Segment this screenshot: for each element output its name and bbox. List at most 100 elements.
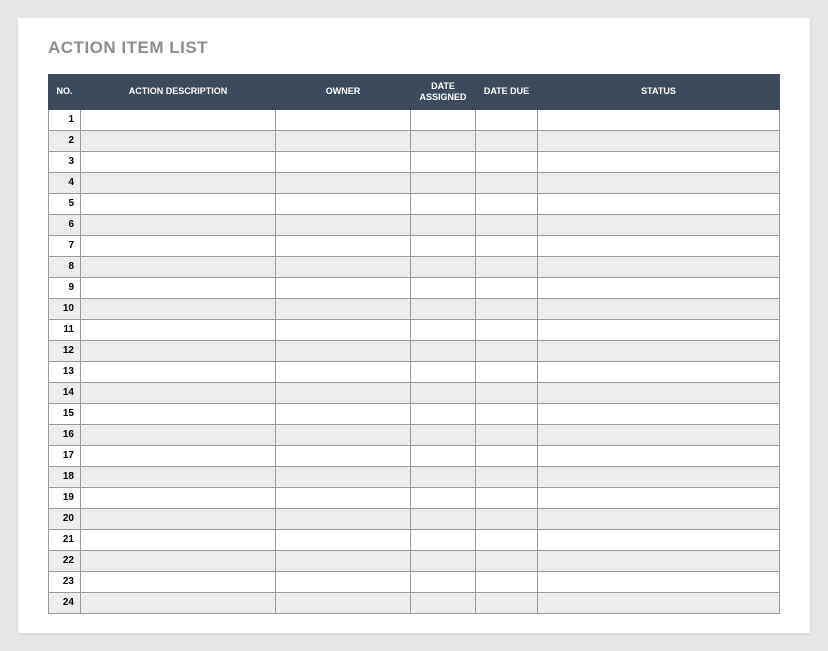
cell-description[interactable] (81, 382, 276, 403)
cell-description[interactable] (81, 361, 276, 382)
cell-description[interactable] (81, 109, 276, 130)
cell-no[interactable]: 24 (49, 592, 81, 613)
cell-status[interactable] (538, 109, 780, 130)
cell-status[interactable] (538, 340, 780, 361)
cell-no[interactable]: 9 (49, 277, 81, 298)
cell-no[interactable]: 23 (49, 571, 81, 592)
cell-date-assigned[interactable] (411, 508, 476, 529)
cell-date-due[interactable] (476, 424, 538, 445)
cell-status[interactable] (538, 550, 780, 571)
cell-no[interactable]: 19 (49, 487, 81, 508)
cell-description[interactable] (81, 130, 276, 151)
cell-no[interactable]: 2 (49, 130, 81, 151)
cell-date-assigned[interactable] (411, 445, 476, 466)
cell-date-due[interactable] (476, 151, 538, 172)
cell-date-due[interactable] (476, 550, 538, 571)
cell-date-assigned[interactable] (411, 151, 476, 172)
cell-date-due[interactable] (476, 403, 538, 424)
cell-status[interactable] (538, 319, 780, 340)
cell-owner[interactable] (276, 256, 411, 277)
cell-description[interactable] (81, 424, 276, 445)
cell-owner[interactable] (276, 235, 411, 256)
cell-date-due[interactable] (476, 109, 538, 130)
cell-status[interactable] (538, 298, 780, 319)
cell-owner[interactable] (276, 298, 411, 319)
cell-description[interactable] (81, 403, 276, 424)
cell-date-due[interactable] (476, 361, 538, 382)
cell-date-assigned[interactable] (411, 109, 476, 130)
cell-owner[interactable] (276, 424, 411, 445)
cell-date-assigned[interactable] (411, 235, 476, 256)
cell-status[interactable] (538, 445, 780, 466)
cell-owner[interactable] (276, 109, 411, 130)
cell-status[interactable] (538, 172, 780, 193)
cell-owner[interactable] (276, 550, 411, 571)
cell-date-assigned[interactable] (411, 592, 476, 613)
cell-status[interactable] (538, 256, 780, 277)
cell-owner[interactable] (276, 466, 411, 487)
cell-no[interactable]: 5 (49, 193, 81, 214)
cell-owner[interactable] (276, 130, 411, 151)
cell-status[interactable] (538, 151, 780, 172)
cell-date-assigned[interactable] (411, 256, 476, 277)
cell-description[interactable] (81, 277, 276, 298)
cell-date-due[interactable] (476, 256, 538, 277)
cell-date-assigned[interactable] (411, 298, 476, 319)
cell-date-assigned[interactable] (411, 172, 476, 193)
cell-description[interactable] (81, 550, 276, 571)
cell-owner[interactable] (276, 529, 411, 550)
cell-date-due[interactable] (476, 130, 538, 151)
cell-date-due[interactable] (476, 592, 538, 613)
cell-status[interactable] (538, 193, 780, 214)
cell-description[interactable] (81, 298, 276, 319)
cell-description[interactable] (81, 592, 276, 613)
cell-status[interactable] (538, 466, 780, 487)
cell-owner[interactable] (276, 340, 411, 361)
cell-status[interactable] (538, 361, 780, 382)
cell-owner[interactable] (276, 319, 411, 340)
cell-owner[interactable] (276, 592, 411, 613)
cell-date-due[interactable] (476, 487, 538, 508)
cell-date-assigned[interactable] (411, 319, 476, 340)
cell-no[interactable]: 11 (49, 319, 81, 340)
cell-date-due[interactable] (476, 508, 538, 529)
cell-owner[interactable] (276, 445, 411, 466)
cell-date-assigned[interactable] (411, 550, 476, 571)
cell-description[interactable] (81, 235, 276, 256)
cell-description[interactable] (81, 571, 276, 592)
cell-status[interactable] (538, 277, 780, 298)
cell-status[interactable] (538, 214, 780, 235)
cell-status[interactable] (538, 235, 780, 256)
cell-date-assigned[interactable] (411, 487, 476, 508)
cell-date-assigned[interactable] (411, 466, 476, 487)
cell-date-due[interactable] (476, 529, 538, 550)
cell-date-due[interactable] (476, 277, 538, 298)
cell-description[interactable] (81, 193, 276, 214)
cell-date-assigned[interactable] (411, 130, 476, 151)
cell-no[interactable]: 7 (49, 235, 81, 256)
cell-no[interactable]: 4 (49, 172, 81, 193)
cell-status[interactable] (538, 382, 780, 403)
cell-date-due[interactable] (476, 319, 538, 340)
cell-date-due[interactable] (476, 466, 538, 487)
cell-owner[interactable] (276, 571, 411, 592)
cell-description[interactable] (81, 319, 276, 340)
cell-owner[interactable] (276, 193, 411, 214)
cell-date-due[interactable] (476, 214, 538, 235)
cell-owner[interactable] (276, 487, 411, 508)
cell-date-due[interactable] (476, 382, 538, 403)
cell-no[interactable]: 15 (49, 403, 81, 424)
cell-date-assigned[interactable] (411, 403, 476, 424)
cell-no[interactable]: 12 (49, 340, 81, 361)
cell-date-assigned[interactable] (411, 361, 476, 382)
cell-status[interactable] (538, 508, 780, 529)
cell-description[interactable] (81, 151, 276, 172)
cell-no[interactable]: 10 (49, 298, 81, 319)
cell-date-due[interactable] (476, 298, 538, 319)
cell-description[interactable] (81, 487, 276, 508)
cell-status[interactable] (538, 403, 780, 424)
cell-date-due[interactable] (476, 445, 538, 466)
cell-date-assigned[interactable] (411, 340, 476, 361)
cell-status[interactable] (538, 130, 780, 151)
cell-date-due[interactable] (476, 340, 538, 361)
